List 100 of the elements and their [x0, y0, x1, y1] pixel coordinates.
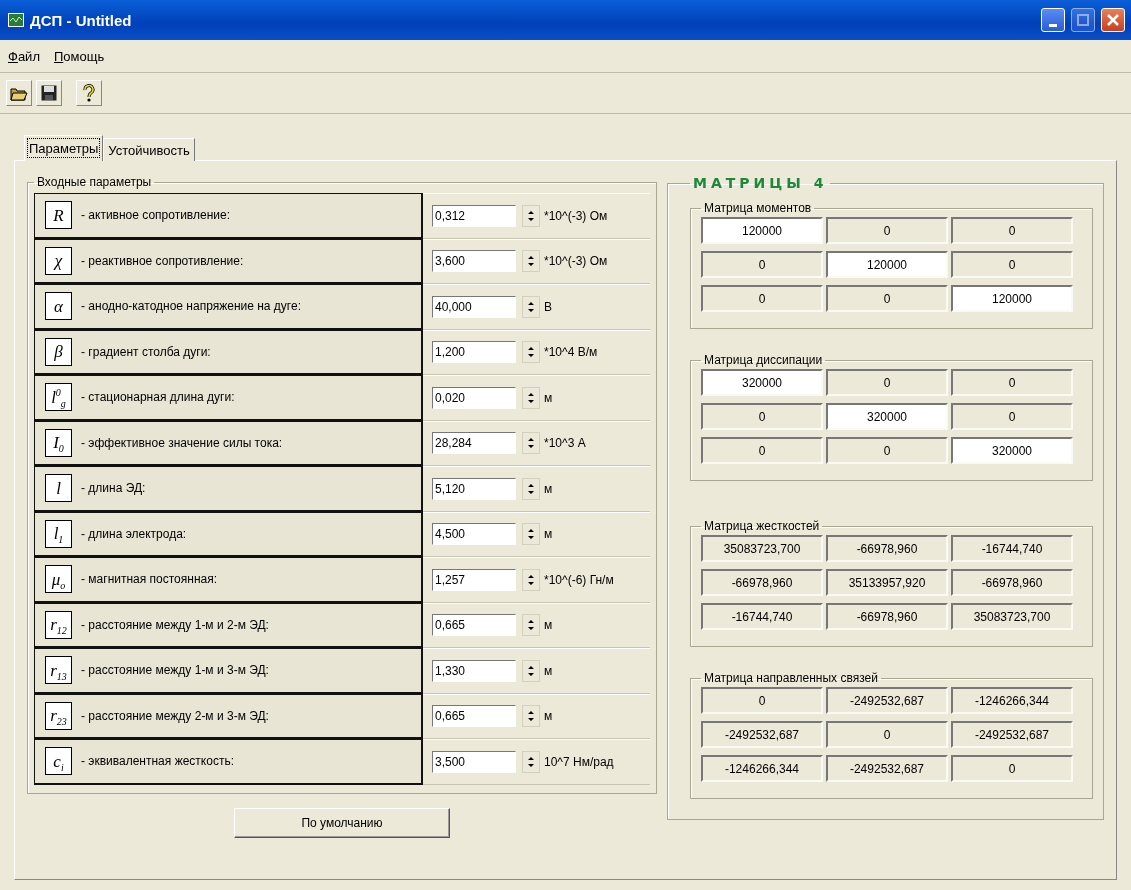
matrix-cell: 35133957,920 — [826, 569, 948, 596]
spin-button[interactable] — [522, 523, 540, 546]
menu-item[interactable]: Помощь — [53, 48, 105, 64]
matrix-cell[interactable]: 120000 — [701, 217, 823, 244]
matrix-cell[interactable]: 120000 — [826, 251, 948, 278]
minimize-icon — [1049, 23, 1057, 27]
number-field[interactable]: 4,500 — [432, 523, 516, 546]
parameter-label: - анодно-катодное напряжение на дуге: — [81, 299, 301, 314]
math-symbol: r$_{12}$ — [45, 610, 72, 639]
matrix-cell: 35083723,700 — [701, 535, 823, 562]
spin-button[interactable] — [522, 432, 540, 455]
number-field[interactable]: 5,120 — [432, 477, 516, 500]
number-field[interactable]: 3,500 — [432, 750, 516, 773]
open-button[interactable] — [6, 80, 32, 106]
up-down-arrows-icon — [527, 209, 535, 222]
spin-button[interactable] — [522, 568, 540, 591]
parameter-label: - градиент столба дуги: — [81, 344, 211, 359]
matrix-title: Матрица диссипации — [703, 353, 824, 367]
matrix-cell: 0 — [826, 721, 948, 748]
unit-label: м — [544, 709, 553, 724]
number-field[interactable]: 40,000 — [432, 295, 516, 318]
matrix-title: Матрица жесткостей — [703, 519, 821, 533]
spin-button[interactable] — [522, 750, 540, 773]
matrix-cell[interactable]: 320000 — [951, 437, 1073, 464]
matrix-cell: 0 — [701, 687, 823, 714]
question-mark-icon — [82, 84, 96, 102]
math-symbol: χ — [45, 246, 72, 275]
number-field[interactable]: 0,020 — [432, 386, 516, 409]
matrix-cell: 0 — [951, 403, 1073, 430]
spin-button[interactable] — [522, 614, 540, 637]
up-down-arrows-icon — [527, 391, 535, 404]
save-button[interactable] — [36, 80, 62, 106]
up-down-arrows-icon — [527, 664, 535, 677]
unit-label: 10^7 Нм/рад — [544, 754, 614, 769]
default-button[interactable]: По умолчанию — [234, 807, 450, 838]
matrix-cell: 0 — [701, 251, 823, 278]
matrix-cell: -2492532,687 — [951, 721, 1073, 748]
number-field[interactable]: 28,284 — [432, 432, 516, 455]
up-down-arrows-icon — [527, 437, 535, 450]
matrix-cell: -1246266,344 — [951, 687, 1073, 714]
matrix-cell: 0 — [701, 437, 823, 464]
matrix-cell: -66978,960 — [826, 603, 948, 630]
matrix-cell: 0 — [951, 217, 1073, 244]
parameter-label: - эквивалентная жесткость: — [81, 754, 234, 769]
math-symbol: α — [45, 292, 72, 321]
up-down-arrows-icon — [527, 300, 535, 313]
parameter-label: - активное сопротивление: — [81, 208, 230, 223]
matrix-cell[interactable]: 120000 — [951, 285, 1073, 312]
number-field[interactable]: 1,330 — [432, 659, 516, 682]
number-field[interactable]: 0,312 — [432, 204, 516, 227]
number-field[interactable]: 1,200 — [432, 341, 516, 364]
parameter-label: - эффективное значение силы тока: — [81, 435, 283, 450]
unit-label: *10^4 В/м — [544, 345, 598, 360]
maximize-icon — [1077, 14, 1089, 26]
save-icon — [41, 85, 57, 101]
spin-button[interactable] — [522, 659, 540, 682]
matrix-title: Матрица моментов — [703, 201, 813, 215]
number-field[interactable]: 0,665 — [432, 614, 516, 637]
group-title: МАТРИЦЫ 4 — [692, 175, 829, 191]
up-down-arrows-icon — [527, 255, 535, 268]
spin-button[interactable] — [522, 295, 540, 318]
matrix-cell: -2492532,687 — [826, 687, 948, 714]
matrix-cell: 0 — [826, 369, 948, 396]
matrix-cell: 0 — [826, 217, 948, 244]
parameter-label: - магнитная постоянная: — [81, 572, 218, 587]
parameter-label: - реактивное сопротивление: — [81, 253, 244, 268]
tab[interactable]: Параметры — [24, 135, 104, 161]
matrix-cell: -66978,960 — [826, 535, 948, 562]
matrix-cell: 0 — [951, 251, 1073, 278]
matrix-cell[interactable]: 320000 — [826, 403, 948, 430]
spin-button[interactable] — [522, 250, 540, 273]
up-down-arrows-icon — [527, 573, 535, 586]
parameter-label: - расстояние между 1-м и 2-м ЭД: — [81, 617, 269, 632]
number-field[interactable]: 1,257 — [432, 568, 516, 591]
help-button[interactable] — [76, 80, 102, 106]
window-title: ДСП - Untitled — [30, 11, 133, 29]
parameter-label: - стационарная длина дуги: — [81, 390, 235, 405]
spin-button[interactable] — [522, 204, 540, 227]
spin-button[interactable] — [522, 386, 540, 409]
matrix-cell: -66978,960 — [701, 569, 823, 596]
number-field[interactable]: 0,665 — [432, 705, 516, 728]
matrix-cell[interactable]: 320000 — [701, 369, 823, 396]
menu-item[interactable]: Файл — [8, 48, 40, 64]
close-button[interactable] — [1101, 8, 1125, 32]
number-field[interactable]: 3,600 — [432, 250, 516, 273]
minimize-button[interactable] — [1041, 8, 1065, 32]
close-icon — [1107, 14, 1119, 26]
matrix-cell: 0 — [951, 755, 1073, 782]
unit-label: *10^(-3) Ом — [544, 208, 608, 223]
math-symbol: l$_{1}$ — [45, 519, 72, 548]
math-symbol: c$_{i}$ — [45, 747, 72, 776]
tab[interactable]: Устойчивость — [103, 138, 195, 161]
spin-button[interactable] — [522, 477, 540, 500]
up-down-arrows-icon — [527, 346, 535, 359]
matrix-cell: 0 — [826, 437, 948, 464]
spin-button[interactable] — [522, 705, 540, 728]
maximize-button[interactable] — [1071, 8, 1095, 32]
spin-button[interactable] — [522, 341, 540, 364]
matrix-cell: 0 — [826, 285, 948, 312]
math-symbol: r$_{23}$ — [45, 701, 72, 730]
